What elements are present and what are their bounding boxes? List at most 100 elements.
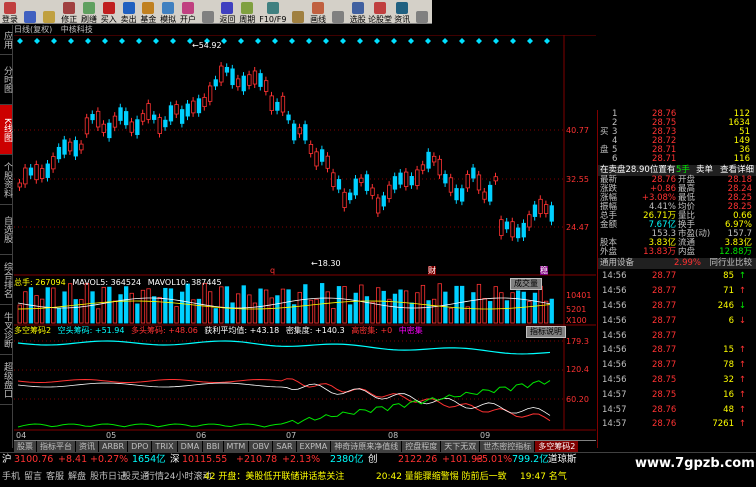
candle-body	[252, 70, 258, 85]
left-tab[interactable]: K线图	[0, 105, 12, 155]
quote-field-row: 外盘 13.83万 内盘 12.88万	[598, 248, 756, 257]
indicator-tab[interactable]: 世杰密控指标	[480, 441, 536, 452]
indicator-tab[interactable]: BBI	[203, 441, 224, 452]
industry-compare-link[interactable]: 同行业比较	[709, 258, 752, 269]
volume-ma10: MAVOL10: 387445	[147, 278, 222, 287]
candle-body	[68, 141, 73, 152]
indicator-tab[interactable]: 多空筹码2	[535, 441, 580, 452]
indicator-help-button[interactable]: 指标说明	[526, 326, 566, 338]
industry-change: 2.99%	[674, 258, 702, 269]
indicator-tab[interactable]: 资讯	[76, 441, 99, 452]
news-ticker-3[interactable]: 19:47 名气	[520, 470, 567, 484]
volume-bar	[90, 291, 95, 324]
order-detail-link[interactable]: 查看详细	[720, 165, 754, 176]
volume-button[interactable]: 成交量	[510, 278, 542, 290]
left-tab[interactable]: 综合排名	[0, 255, 12, 305]
tick-time: 14:56	[602, 330, 627, 341]
left-tab[interactable]: 超级盘口	[0, 355, 12, 405]
toolbar-button[interactable]: 模拟	[158, 0, 178, 24]
left-tab[interactable]: 分时图	[0, 55, 12, 105]
kline-chart-area[interactable]: ←54.92 ←18.30 40.77 32.55 24.47 q 财 稳 总手…	[14, 35, 596, 440]
news-ticker-2[interactable]: 20:42 量能骤缩警惕 防前后一致	[376, 470, 507, 484]
info-marker	[17, 38, 23, 44]
toolbar-button[interactable]: 周期	[237, 0, 257, 24]
toolbar-button-label: 修正	[61, 15, 78, 24]
event-marker[interactable]: q	[270, 266, 275, 275]
status-mobile[interactable]: 手机	[2, 470, 20, 484]
indicator-tab[interactable]: OBV	[249, 441, 274, 452]
industry-name[interactable]: 通用设备	[600, 258, 634, 269]
toolbar-button[interactable]: 开户	[178, 0, 198, 24]
volume-bar	[454, 285, 459, 324]
indicator-tab[interactable]: DPO	[128, 441, 153, 452]
toolbar-button[interactable]	[412, 0, 432, 24]
tick-volume: 16	[723, 389, 734, 400]
toolbar-button[interactable]: F10/F9	[257, 0, 288, 24]
news-ticker-1[interactable]: 42 开盘：美股低开联储讲话惹关注	[204, 470, 344, 484]
toolbar-icon	[23, 11, 36, 23]
indicator-line-short	[17, 340, 551, 355]
candle-body	[331, 172, 336, 187]
indicator-line-long	[17, 378, 551, 422]
indicator-tab[interactable]: TRIX	[152, 441, 178, 452]
info-marker	[68, 38, 74, 44]
toolbar-button[interactable]: 登录	[0, 0, 20, 24]
toolbar-button-label: 模拟	[160, 15, 177, 24]
indicator-tab[interactable]: EXPMA	[296, 441, 332, 452]
toolbar-button[interactable]: 返回	[218, 0, 238, 24]
status-gulingtong[interactable]: 股灵通	[122, 470, 149, 484]
info-marker	[391, 38, 397, 44]
toolbar-button[interactable]: 修正	[59, 0, 79, 24]
toolbar-button[interactable]: 刷缮	[79, 0, 99, 24]
toolbar-button[interactable]	[288, 0, 308, 24]
indicator-v1: 空头筹码: +51.94	[57, 326, 125, 335]
indicator-tab[interactable]: DMA	[177, 441, 204, 452]
left-tab[interactable]: 牛叉诊断	[0, 305, 12, 355]
toolbar-button[interactable]: 卖出	[119, 0, 139, 24]
volume-bar	[353, 292, 358, 324]
candle-body	[168, 105, 174, 122]
tick-price: 28.77	[652, 301, 677, 311]
toolbar-button[interactable]	[20, 0, 40, 24]
toolbar-button[interactable]	[328, 0, 348, 24]
indicator-tab[interactable]: 股票	[14, 441, 37, 452]
tick-direction: ↑	[738, 360, 746, 371]
volume-bar	[157, 296, 162, 324]
toolbar-button[interactable]: 画线	[308, 0, 328, 24]
left-tab[interactable]: 应用	[0, 25, 12, 55]
status-quote[interactable]: 行情	[146, 470, 164, 484]
candle-body	[504, 221, 510, 230]
indicator-tab[interactable]: ARBR	[99, 441, 129, 452]
event-marker[interactable]: 财	[428, 266, 436, 275]
status-diary[interactable]: 股市日记	[90, 470, 126, 484]
volume-bar	[23, 291, 28, 324]
candle-body	[325, 155, 330, 169]
candle-body	[107, 122, 112, 139]
toolbar-button[interactable]: 买入	[99, 0, 119, 24]
toolbar-button[interactable]	[40, 0, 60, 24]
toolbar-button-label: 买入	[100, 15, 117, 24]
status-service[interactable]: 客服	[46, 470, 64, 484]
toolbar-button[interactable]: 资讯	[392, 0, 412, 24]
toolbar-button[interactable]: 基金	[138, 0, 158, 24]
indicator-tab[interactable]: SAR	[273, 441, 297, 452]
left-tab[interactable]: 自选股	[0, 205, 12, 255]
left-tab[interactable]: 个股资料	[0, 155, 12, 205]
event-marker[interactable]: 稳	[540, 266, 548, 275]
indicator-tab[interactable]: 控盘程度	[402, 441, 442, 452]
tick-price: 28.77	[652, 330, 677, 341]
candle-body	[269, 95, 274, 111]
toolbar-button[interactable]: 选股	[348, 0, 368, 24]
toolbar-icon	[83, 2, 96, 14]
toolbar-button[interactable]	[198, 0, 218, 24]
status-message[interactable]: 留言	[24, 470, 42, 484]
volume-bar	[381, 290, 386, 324]
indicator-tab[interactable]: MTM	[223, 441, 250, 452]
status-analysis[interactable]: 解盘	[68, 470, 86, 484]
candle-body	[157, 117, 162, 134]
indicator-tab[interactable]: 神奇诗原来净值线	[331, 441, 403, 452]
indicator-tab[interactable]: 指标平台	[37, 441, 76, 452]
index-sh-amount: 1654亿	[132, 454, 166, 465]
indicator-tab[interactable]: 天下无双	[441, 441, 481, 452]
toolbar-button[interactable]: 论股堂	[368, 0, 393, 24]
